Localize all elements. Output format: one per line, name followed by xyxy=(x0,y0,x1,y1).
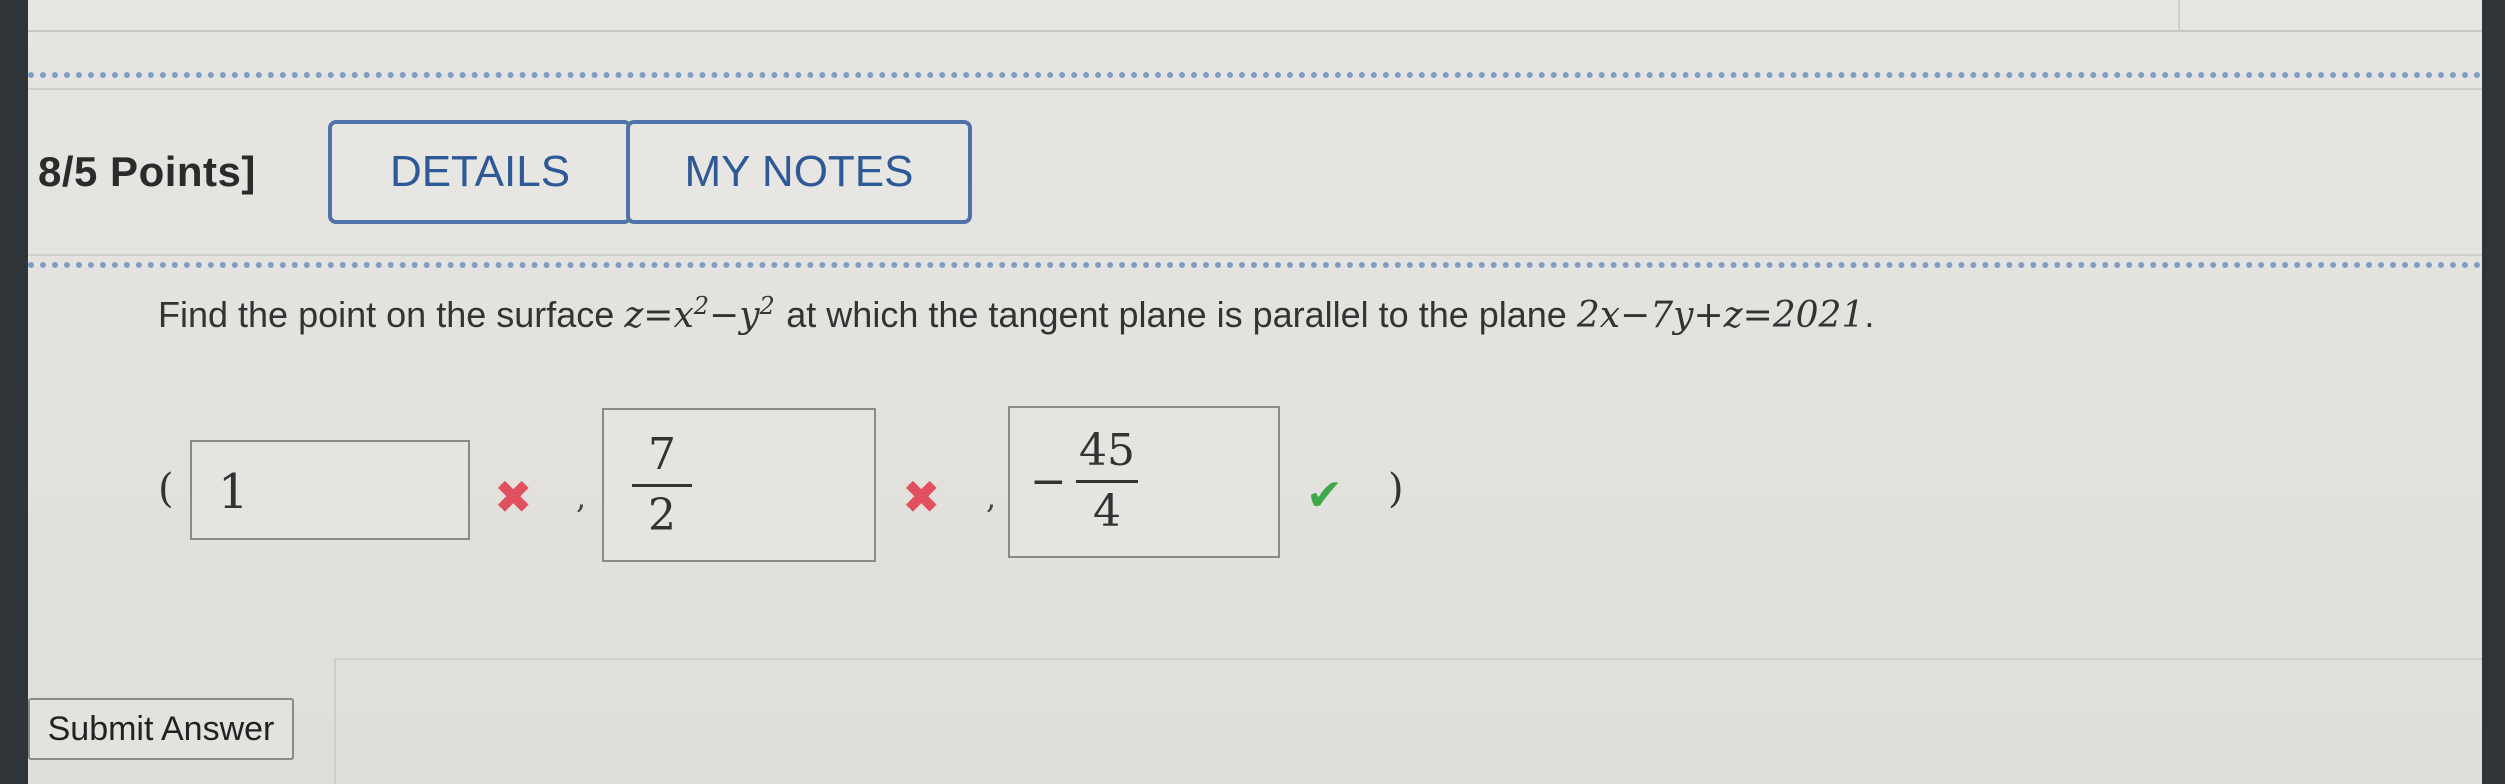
bottom-panel-frame xyxy=(334,658,2482,784)
answer-x-value: 1 xyxy=(218,464,249,520)
answer-x-input[interactable]: 1 xyxy=(190,440,470,540)
fraction-bar xyxy=(632,484,692,487)
answer-y-denominator: 2 xyxy=(648,490,676,541)
header-rule xyxy=(28,88,2482,90)
answer-y-fraction: 7 2 xyxy=(632,430,692,541)
cross-icon: ✖ xyxy=(494,471,533,523)
comma-separator-1: , xyxy=(576,478,587,516)
submit-answer-button[interactable]: Submit Answer xyxy=(28,698,294,760)
my-notes-button[interactable]: MY NOTES xyxy=(626,120,972,224)
comma-separator-2: , xyxy=(986,478,997,516)
cross-icon: ✖ xyxy=(902,471,941,523)
question-text: Find the point on the surface z=x2−y2 at… xyxy=(158,292,1874,336)
right-frame-edge xyxy=(2482,0,2505,784)
answer-z-input[interactable]: − 45 4 xyxy=(1008,406,1280,558)
surface-lhs: z=x xyxy=(624,295,694,336)
close-paren: ) xyxy=(1388,466,1404,512)
answer-z-fraction: 45 4 xyxy=(1076,426,1138,537)
header-rule-bottom xyxy=(28,254,2482,256)
answer-z-numerator: 45 xyxy=(1079,425,1135,476)
points-label: 8/5 Points] xyxy=(38,148,256,195)
left-frame-edge xyxy=(0,0,28,784)
answer-y-input[interactable]: 7 2 xyxy=(602,408,876,562)
dotted-separator-top xyxy=(28,72,2482,78)
plane-equation: 2x−7y+z=2021 xyxy=(1576,295,1865,336)
surface-exponent-2: 2 xyxy=(759,292,775,320)
checkmark-icon: ✔ xyxy=(1306,471,1343,520)
question-panel: 8/5 Points] DETAILS MY NOTES Find the po… xyxy=(28,0,2482,784)
surface-equation: z=x2−y2 xyxy=(624,292,786,336)
answer-z-sign: − xyxy=(1030,456,1067,507)
dotted-separator-bottom xyxy=(28,262,2482,268)
surface-mid: −y xyxy=(709,295,760,336)
details-button[interactable]: DETAILS xyxy=(328,120,632,224)
question-intro: Find the point on the surface xyxy=(158,294,615,335)
fraction-bar xyxy=(1076,480,1138,483)
question-period: . xyxy=(1864,294,1875,335)
top-divider xyxy=(28,30,2482,32)
top-right-divider xyxy=(2178,0,2180,30)
question-middle: at which the tangent plane is parallel t… xyxy=(786,294,1567,335)
open-paren: ( xyxy=(158,466,174,512)
answer-y-numerator: 7 xyxy=(648,429,676,480)
surface-exponent-1: 2 xyxy=(693,292,710,320)
answer-z-denominator: 4 xyxy=(1093,486,1121,537)
